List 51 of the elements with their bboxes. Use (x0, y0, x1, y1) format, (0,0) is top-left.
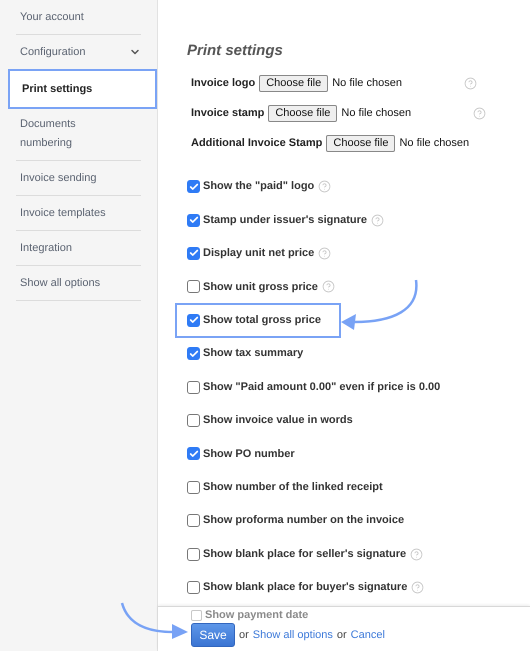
option-label: Stamp under issuer's signature (203, 212, 367, 228)
option-label: Show unit gross price (203, 280, 318, 295)
checkbox[interactable] (187, 580, 200, 594)
option-label: Show the "paid" logo (203, 179, 314, 194)
file-status: No file chosen (399, 136, 470, 151)
page-title: Print settings (187, 41, 284, 60)
cancel-link[interactable]: Cancel (350, 626, 385, 644)
choose-file-button[interactable]: Choose file (268, 104, 338, 122)
checkbox[interactable] (187, 380, 200, 394)
option-label: Show blank place for buyer's signature (203, 580, 408, 596)
field-label: Invoice logo (191, 76, 256, 91)
checkbox[interactable] (187, 347, 200, 360)
field-label: Additional Invoice Stamp (191, 136, 322, 151)
option-label: Show tax summary (203, 346, 304, 362)
field-label: Invoice stamp (191, 106, 264, 121)
file-status: No file chosen (341, 106, 412, 121)
sidebar-item[interactable]: Integration (16, 231, 141, 266)
option-label: Show PO number (203, 446, 295, 462)
curved-arrow (118, 600, 190, 640)
option-label: Show invoice value in words (203, 413, 353, 428)
checkbox[interactable] (187, 314, 200, 327)
sidebar-item[interactable]: Print settings (8, 69, 157, 109)
option-label: Show payment date (205, 608, 308, 624)
option-label: Display unit net price (203, 246, 314, 262)
sidebar-item[interactable]: Your account (16, 0, 141, 35)
checkbox[interactable] (187, 214, 200, 227)
option-label: Show proforma number on the invoice (203, 513, 404, 528)
or-text: or (336, 628, 347, 643)
save-button[interactable]: Save (191, 623, 235, 647)
checkbox[interactable] (187, 280, 200, 294)
option-label: Show number of the linked receipt (203, 480, 383, 495)
choose-file-button[interactable]: Choose file (326, 134, 396, 152)
show-all-options-link[interactable]: Show all options (252, 626, 333, 644)
option-label: Show "Paid amount 0.00" even if price is 0.00 (203, 380, 440, 395)
sidebar-item[interactable]: Documents numbering (16, 108, 141, 161)
checkbox[interactable] (187, 447, 200, 460)
sidebar-item[interactable]: Show all options (16, 266, 141, 301)
checkbox[interactable] (187, 514, 200, 528)
checkbox[interactable] (187, 414, 200, 427)
checkbox[interactable] (187, 548, 200, 560)
file-status: No file chosen (332, 76, 402, 91)
checkbox[interactable] (187, 480, 200, 494)
sidebar-item[interactable]: Invoice templates (16, 196, 141, 231)
sidebar-item[interactable]: Invoice sending (16, 161, 141, 196)
or-text: or (239, 628, 249, 643)
choose-file-button[interactable]: Choose file (259, 74, 328, 92)
option-label: Show total gross price (203, 313, 321, 328)
checkbox[interactable] (191, 610, 202, 621)
checkbox[interactable] (187, 246, 200, 260)
checkbox[interactable] (187, 180, 200, 194)
option-label: Show blank place for seller's signature (203, 546, 406, 562)
